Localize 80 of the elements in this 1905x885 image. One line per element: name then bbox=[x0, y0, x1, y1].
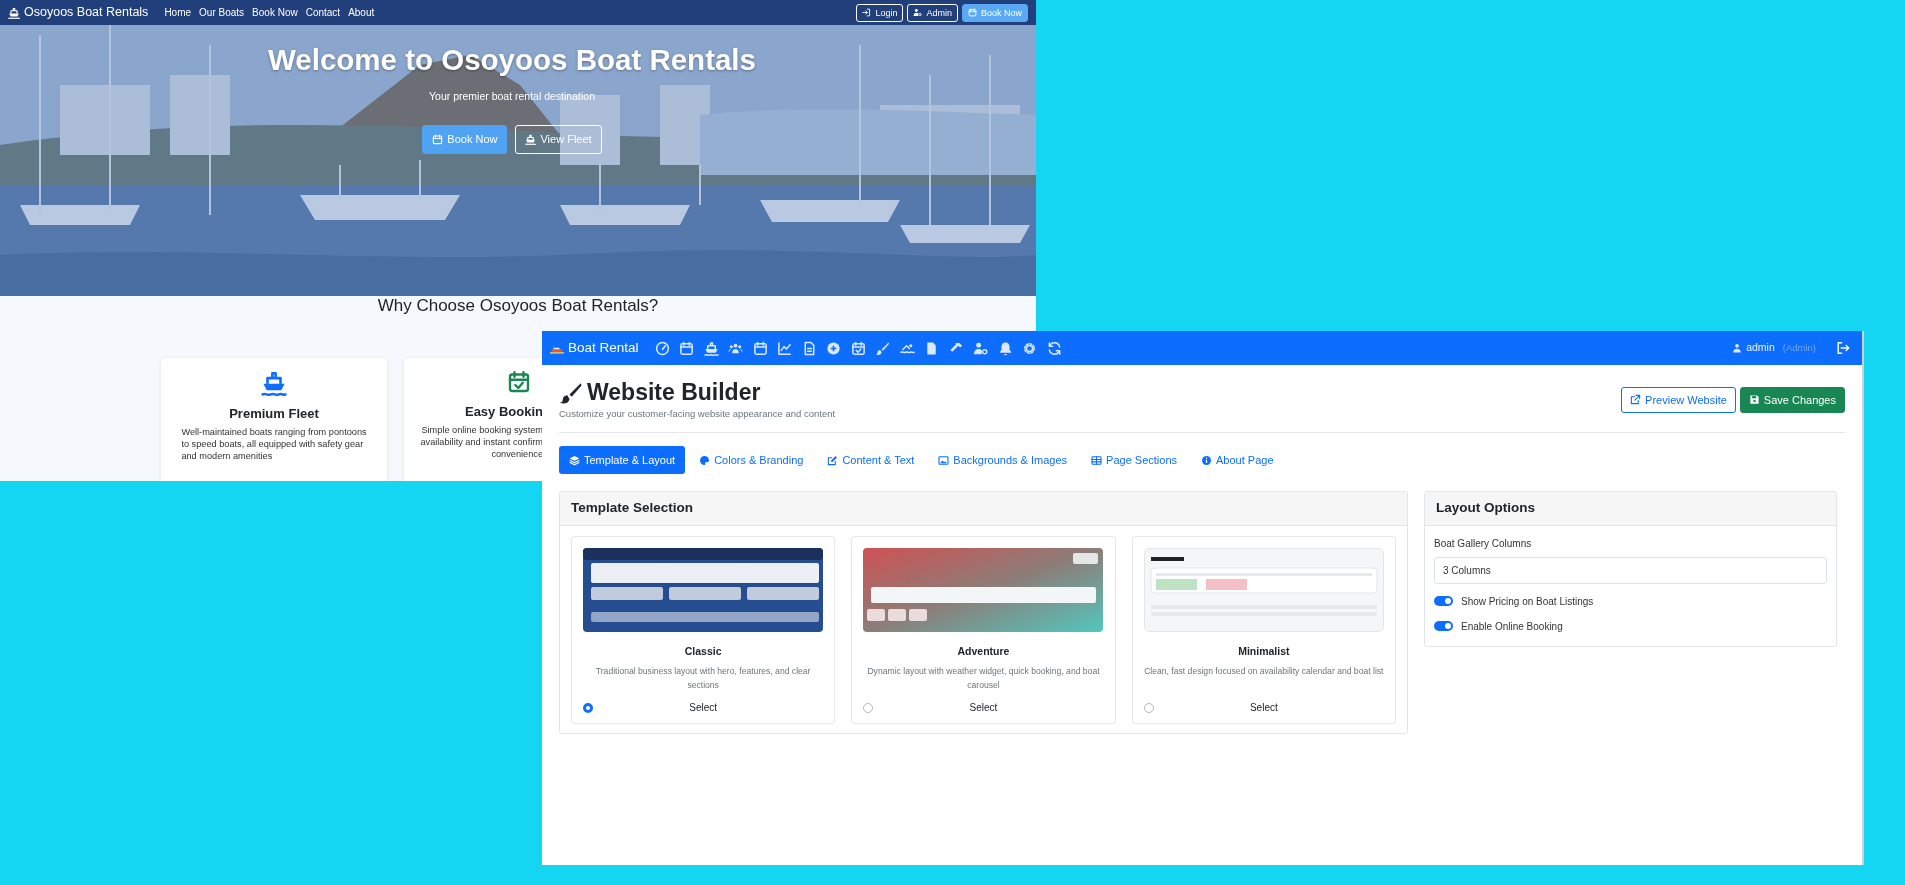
calendar-icon bbox=[432, 133, 444, 145]
page-title: Website Builder bbox=[587, 379, 761, 407]
calendar-icon[interactable] bbox=[679, 340, 695, 356]
card-title: Premium Fleet bbox=[229, 405, 319, 424]
refresh-icon[interactable] bbox=[1046, 340, 1062, 356]
template-description: Dynamic layout with weather widget, quick booking, and boat carousel bbox=[866, 665, 1101, 693]
external-link-icon bbox=[1630, 394, 1642, 406]
calendar-check-icon[interactable] bbox=[850, 340, 866, 356]
ship-icon bbox=[8, 6, 20, 19]
field-label: Boat Gallery Columns bbox=[1434, 536, 1533, 551]
hero-button[interactable]: View Fleet bbox=[515, 125, 602, 154]
chart-icon[interactable] bbox=[777, 340, 793, 356]
radio-button[interactable] bbox=[1143, 702, 1154, 713]
tab[interactable]: Backgrounds & Images bbox=[928, 445, 1078, 475]
template-description: Clean, fast design focused on availability calendar and boat list bbox=[1144, 665, 1384, 679]
radio-label: Select bbox=[1249, 701, 1279, 716]
tab[interactable]: Page Sections bbox=[1081, 445, 1188, 475]
ship-icon bbox=[261, 370, 287, 397]
tab[interactable]: Content & Text bbox=[817, 445, 925, 475]
nav-link[interactable]: About bbox=[348, 5, 375, 20]
card-description: Well-maintained boats ranging from pontoons to speed boats, all equipped with safety gear and modern amenities bbox=[181, 425, 367, 462]
nav-link[interactable]: Our Boats bbox=[199, 5, 245, 20]
brand-link[interactable]: Osoyoos Boat Rentals bbox=[8, 3, 149, 22]
template-name: Classic bbox=[684, 643, 722, 659]
dashboard-icon[interactable] bbox=[654, 340, 670, 356]
calendar-check-icon bbox=[507, 370, 531, 395]
sign-in-icon bbox=[862, 8, 872, 17]
radio-button[interactable] bbox=[583, 702, 593, 713]
toggle-switch[interactable] bbox=[1434, 596, 1453, 607]
toggle-switch[interactable] bbox=[1434, 621, 1453, 632]
switch-label: Show Pricing on Boat Listings bbox=[1461, 594, 1594, 609]
tab[interactable]: Template & Layout bbox=[559, 445, 686, 475]
bell-icon[interactable] bbox=[997, 340, 1013, 356]
nav-link[interactable]: Book Now bbox=[252, 5, 298, 20]
user-icon bbox=[1732, 343, 1743, 353]
header-button[interactable]: Preview Website bbox=[1621, 386, 1736, 414]
user-gear-icon[interactable] bbox=[973, 340, 989, 356]
calendar-icon[interactable] bbox=[752, 340, 768, 356]
radio-label: Select bbox=[969, 701, 999, 716]
nav-link[interactable]: Home bbox=[164, 5, 192, 20]
user-name: admin bbox=[1746, 340, 1775, 356]
panel-header: Template Selection bbox=[560, 492, 1407, 526]
brush-icon[interactable] bbox=[875, 340, 891, 356]
tab[interactable]: Colors & Branding bbox=[689, 445, 814, 475]
palette-icon bbox=[699, 454, 711, 466]
ship-icon[interactable] bbox=[703, 340, 719, 356]
header-button[interactable]: Save Changes bbox=[1739, 386, 1845, 414]
template-description: Traditional business layout with hero, features, and clear sections bbox=[594, 665, 812, 693]
nav-button[interactable]: Login bbox=[856, 3, 904, 22]
layers-icon bbox=[569, 454, 580, 466]
nav-link[interactable]: Contact bbox=[305, 5, 341, 20]
plus-circle-icon[interactable] bbox=[826, 340, 842, 356]
image-icon bbox=[938, 454, 950, 466]
panel-header: Layout Options bbox=[1425, 492, 1836, 526]
hero-title: Welcome to Osoyoos Boat Rentals bbox=[268, 42, 756, 78]
user-role: (Admin) bbox=[1782, 340, 1816, 355]
page-subtitle: Customize your customer-facing website appearance and content bbox=[559, 406, 836, 421]
calendar-icon bbox=[967, 8, 977, 17]
card-title: Easy Bookin bbox=[464, 403, 543, 422]
template-name: Minimalist bbox=[1238, 643, 1290, 659]
info-icon bbox=[1201, 454, 1213, 466]
select-field[interactable]: 3 Columns bbox=[1434, 556, 1827, 584]
radio-label: Select bbox=[689, 701, 719, 716]
radio-button[interactable] bbox=[863, 702, 874, 713]
table-icon bbox=[1091, 454, 1103, 466]
ship-icon bbox=[525, 133, 537, 145]
tab[interactable]: About Page bbox=[1191, 445, 1284, 475]
nav-button[interactable]: Admin bbox=[907, 3, 958, 22]
hero-button[interactable]: Book Now bbox=[422, 125, 508, 154]
brand-link[interactable]: Boat Rental bbox=[550, 337, 639, 359]
save-icon bbox=[1748, 394, 1760, 406]
nav-button[interactable]: Book Now bbox=[961, 3, 1028, 22]
card-description: Simple online booking system availability and instant confirm convenience bbox=[420, 423, 543, 460]
template-name: Adventure bbox=[957, 643, 1010, 659]
logout-icon[interactable] bbox=[1836, 341, 1850, 355]
edit-icon bbox=[827, 454, 839, 466]
section-heading: Why Choose Osoyoos Boat Rentals? bbox=[377, 296, 659, 317]
user-gear-icon bbox=[913, 8, 923, 17]
settings-icon[interactable] bbox=[1022, 340, 1038, 356]
switch-label: Enable Online Booking bbox=[1461, 619, 1563, 634]
